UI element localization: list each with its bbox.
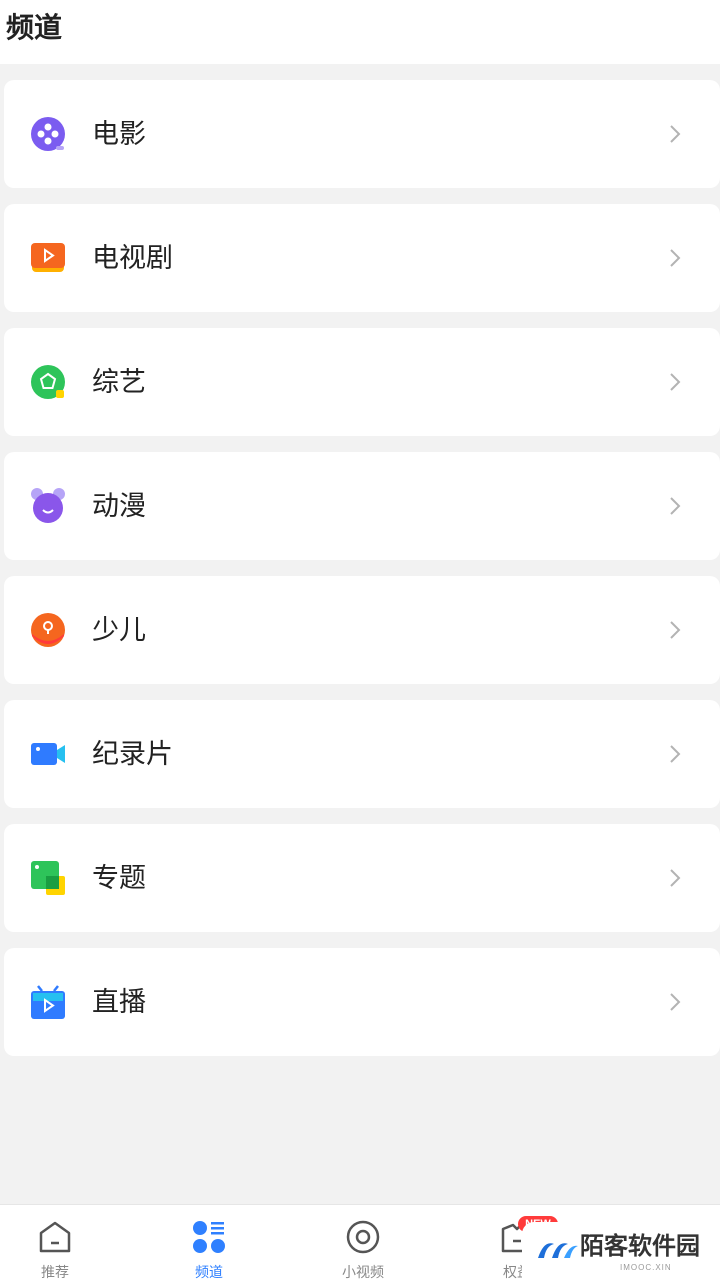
chevron-right-icon xyxy=(670,993,681,1011)
chevron-right-icon xyxy=(670,373,681,391)
film-reel-icon xyxy=(31,117,65,151)
nav-tab-recommend[interactable]: 推荐 xyxy=(0,1205,110,1280)
video-camera-icon xyxy=(31,743,65,765)
topic-squares-icon xyxy=(31,861,65,895)
home-icon xyxy=(39,1221,71,1253)
channel-label: 电影 xyxy=(92,119,146,149)
channel-item-variety[interactable]: 综艺 xyxy=(4,328,720,436)
nav-tab-channels[interactable]: 频道 xyxy=(154,1205,264,1280)
channel-label: 综艺 xyxy=(92,367,146,397)
anime-bear-icon xyxy=(31,488,65,523)
channel-label: 动漫 xyxy=(92,491,146,521)
live-tv-icon xyxy=(31,985,65,1019)
chevron-right-icon xyxy=(670,745,681,763)
channel-item-anime[interactable]: 动漫 xyxy=(4,452,720,560)
variety-pentagon-icon xyxy=(31,365,65,399)
channel-item-movie[interactable]: 电影 xyxy=(4,80,720,188)
eye-circle-icon xyxy=(346,1220,380,1254)
channel-item-topics[interactable]: 专题 xyxy=(4,824,720,932)
channel-label: 专题 xyxy=(92,863,146,893)
channels-grid-icon xyxy=(193,1221,225,1253)
watermark: 陌客软件园 IMOOC.XIN xyxy=(522,1222,720,1280)
watermark-logo-icon xyxy=(538,1243,578,1258)
chevron-right-icon xyxy=(670,621,681,639)
nav-label: 频道 xyxy=(195,1264,223,1280)
channel-label: 少儿 xyxy=(92,615,146,645)
chevron-right-icon xyxy=(670,497,681,515)
watermark-text: 陌客软件园 xyxy=(580,1234,700,1260)
chevron-right-icon xyxy=(670,869,681,887)
channel-item-tv-series[interactable]: 电视剧 xyxy=(4,204,720,312)
header-bar: 频道 xyxy=(0,0,720,64)
nav-label: 推荐 xyxy=(41,1264,69,1280)
watermark-subtext: IMOOC.XIN xyxy=(620,1263,672,1272)
nav-label: 小视频 xyxy=(342,1264,384,1280)
kids-icon xyxy=(31,613,65,647)
channel-item-kids[interactable]: 少儿 xyxy=(4,576,720,684)
chevron-right-icon xyxy=(670,125,681,143)
channel-item-live[interactable]: 直播 xyxy=(4,948,720,1056)
channel-label: 电视剧 xyxy=(92,243,173,273)
channel-label: 纪录片 xyxy=(92,739,173,769)
chevron-right-icon xyxy=(670,249,681,267)
channel-item-documentary[interactable]: 纪录片 xyxy=(4,700,720,808)
nav-tab-short-video[interactable]: 小视频 xyxy=(308,1205,418,1280)
tv-play-icon xyxy=(31,243,65,272)
page-title: 频道 xyxy=(6,12,63,43)
channel-label: 直播 xyxy=(92,987,146,1017)
